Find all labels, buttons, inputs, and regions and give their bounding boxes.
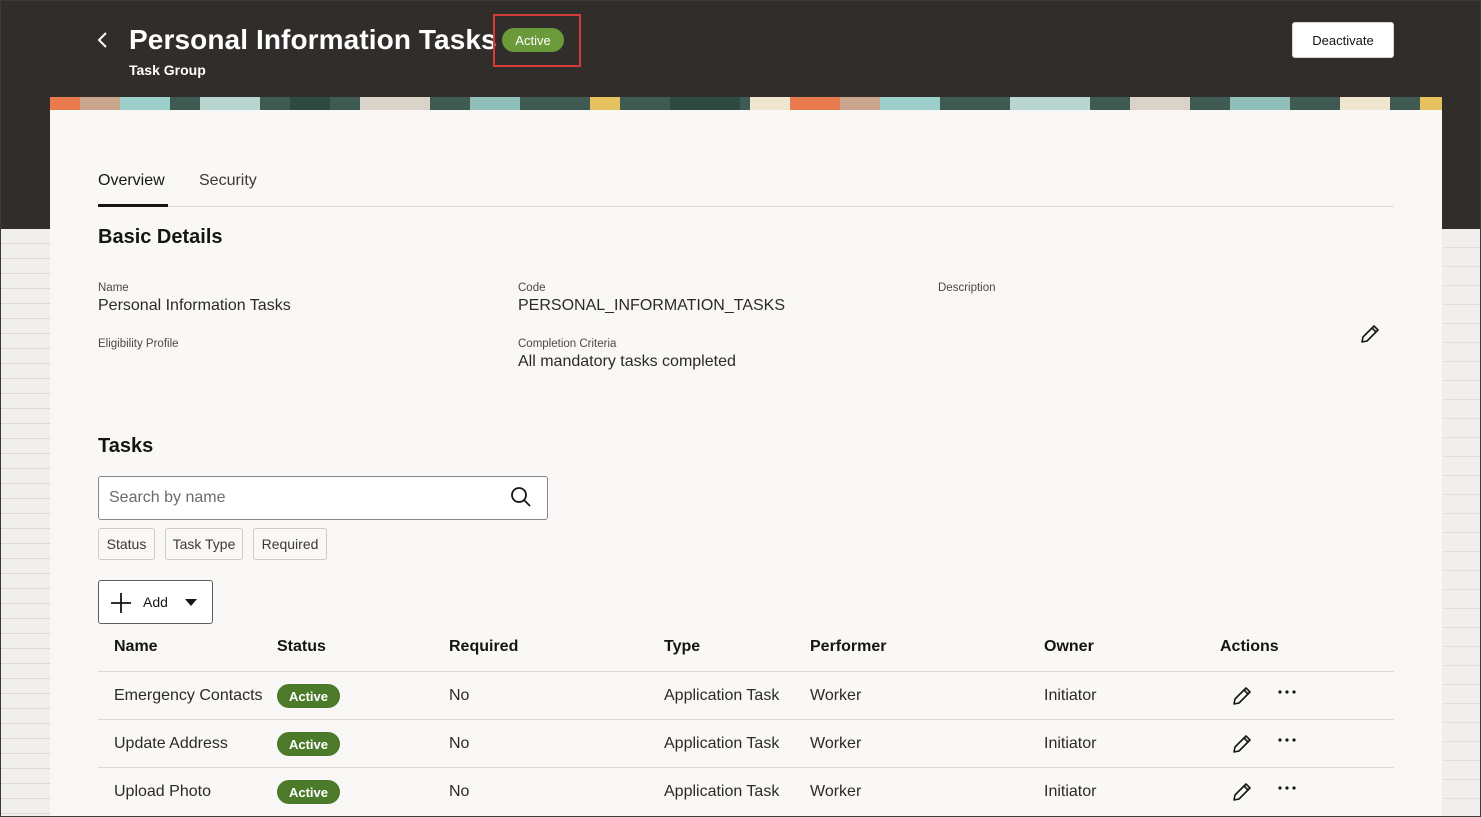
filter-chip-task-type[interactable]: Task Type <box>165 528 243 560</box>
tasks-title: Tasks <box>98 435 154 457</box>
status-badge: Active <box>277 684 340 708</box>
column-header-type[interactable]: Type <box>664 638 700 656</box>
eligibility-profile-label: Eligibility Profile <box>98 338 179 350</box>
table-divider <box>98 671 1394 672</box>
banner-art <box>50 97 1442 111</box>
completion-criteria-label: Completion Criteria <box>518 338 617 350</box>
column-header-required[interactable]: Required <box>449 638 518 656</box>
name-value: Personal Information Tasks <box>98 297 291 314</box>
code-value: PERSONAL_INFORMATION_TASKS <box>518 297 786 314</box>
code-label: Code <box>518 282 546 294</box>
task-name[interactable]: Upload Photo <box>114 783 264 801</box>
edit-row-button[interactable] <box>1231 685 1253 712</box>
task-performer: Worker <box>810 687 862 704</box>
search-field[interactable] <box>98 476 548 520</box>
column-header-name[interactable]: Name <box>114 638 158 656</box>
column-header-actions: Actions <box>1220 638 1279 655</box>
task-required: No <box>449 783 470 800</box>
task-owner: Initiator <box>1044 687 1097 704</box>
page-title: Personal Information Tasks <box>129 24 497 55</box>
more-actions-button[interactable] <box>1277 730 1297 755</box>
pencil-icon <box>1361 325 1379 343</box>
deactivate-button[interactable]: Deactivate <box>1292 22 1394 58</box>
ellipsis-icon <box>1278 786 1296 790</box>
more-actions-button[interactable] <box>1277 682 1297 707</box>
page-subtitle: Task Group <box>129 62 206 78</box>
edit-details-button[interactable] <box>1359 323 1381 350</box>
table-divider <box>98 719 1394 720</box>
status-badge: Active <box>277 780 340 804</box>
task-type: Application Task <box>664 783 780 800</box>
search-icon <box>511 487 531 507</box>
pencil-icon <box>1233 687 1251 705</box>
task-type: Application Task <box>664 687 780 704</box>
basic-details-title: Basic Details <box>98 226 223 248</box>
edit-row-button[interactable] <box>1231 733 1253 760</box>
tab-security[interactable]: Security <box>199 165 269 207</box>
filter-chip-required[interactable]: Required <box>253 528 327 560</box>
table-divider <box>98 767 1394 768</box>
background-texture-right <box>1442 229 1481 817</box>
column-header-owner[interactable]: Owner <box>1044 638 1094 656</box>
plus-icon <box>111 593 131 613</box>
task-owner: Initiator <box>1044 735 1097 752</box>
pencil-icon <box>1233 783 1251 801</box>
more-actions-button[interactable] <box>1277 778 1297 803</box>
name-label: Name <box>98 282 129 294</box>
status-badge: Active <box>277 732 340 756</box>
description-label: Description <box>938 282 996 294</box>
tab-overview[interactable]: Overview <box>98 165 168 207</box>
ellipsis-icon <box>1278 738 1296 742</box>
completion-criteria-value: All mandatory tasks completed <box>518 353 736 370</box>
task-type: Application Task <box>664 735 780 752</box>
status-badge: Active <box>502 28 564 52</box>
task-performer: Worker <box>810 735 862 752</box>
task-required: No <box>449 735 470 752</box>
add-task-button[interactable]: Add <box>98 580 213 624</box>
task-required: No <box>449 687 470 704</box>
filter-chip-status[interactable]: Status <box>98 528 155 560</box>
edit-row-button[interactable] <box>1231 781 1253 808</box>
tab-bar: Overview Security <box>98 165 1394 207</box>
search-input[interactable] <box>109 486 499 510</box>
search-button[interactable] <box>510 486 532 513</box>
background-texture-left <box>0 229 50 817</box>
chevron-left-icon <box>97 32 107 48</box>
task-performer: Worker <box>810 783 862 800</box>
caret-down-icon[interactable] <box>185 599 197 607</box>
column-header-performer[interactable]: Performer <box>810 638 886 656</box>
task-name[interactable]: Update Address <box>114 735 264 753</box>
pencil-icon <box>1233 735 1251 753</box>
add-label: Add <box>143 594 168 610</box>
decorative-banner <box>50 97 1442 111</box>
task-owner: Initiator <box>1044 783 1097 800</box>
task-name[interactable]: Emergency Contacts <box>114 687 264 705</box>
back-button[interactable] <box>90 27 116 53</box>
ellipsis-icon <box>1278 690 1296 694</box>
column-header-status[interactable]: Status <box>277 638 326 656</box>
